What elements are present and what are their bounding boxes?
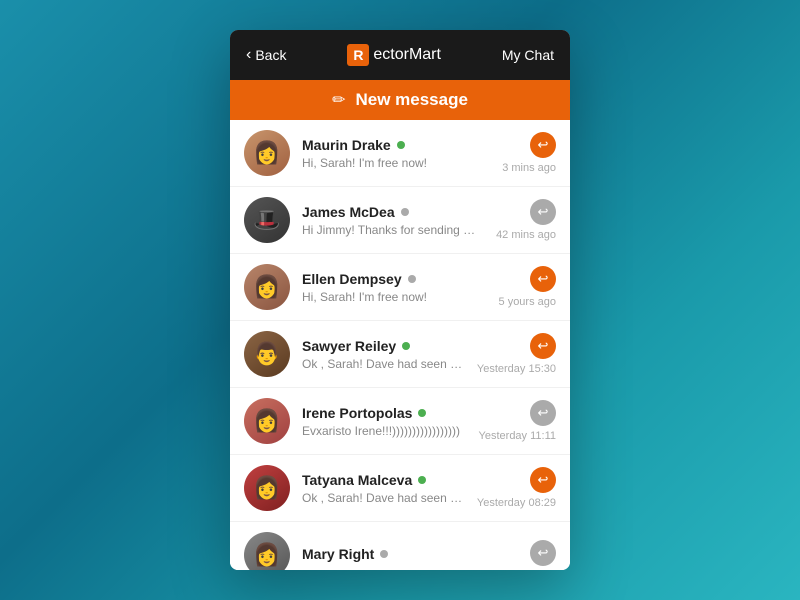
chat-time: Yesterday 08:29: [477, 497, 556, 509]
chat-name-row: Maurin Drake: [302, 137, 490, 153]
reply-icon: ↩: [530, 467, 556, 493]
chat-name: Irene Portopolas: [302, 405, 412, 421]
chat-name-row: Ellen Dempsey: [302, 271, 487, 287]
chat-preview: Ok , Sarah! Dave had seen the mockup s..…: [302, 491, 465, 505]
chat-time: Yesterday 11:11: [479, 430, 556, 442]
avatar: 👩: [244, 398, 290, 444]
chat-list-item[interactable]: 👩 Maurin Drake Hi, Sarah! I'm free now! …: [230, 120, 570, 187]
status-dot: [397, 141, 405, 149]
chat-preview: Evxaristo Irene!!!))))))))))))))))): [302, 424, 467, 438]
status-dot: [408, 275, 416, 283]
chat-list-item[interactable]: 👩 Mary Right ↩: [230, 522, 570, 570]
reply-icon: ↩: [530, 333, 556, 359]
chat-meta: ↩ 3 mins ago: [502, 132, 556, 174]
chat-name-row: James McDea: [302, 204, 484, 220]
chat-info: Maurin Drake Hi, Sarah! I'm free now!: [302, 137, 490, 170]
chat-name: Ellen Dempsey: [302, 271, 402, 287]
chat-name: Tatyana Malceva: [302, 472, 412, 488]
app-header: ‹ Back R ectorMart My Chat: [230, 30, 570, 80]
edit-icon: ✏: [332, 90, 345, 110]
logo-text: ectorMart: [373, 46, 441, 64]
reply-icon: ↩: [530, 199, 556, 225]
status-dot: [380, 550, 388, 558]
chat-name: Sawyer Reiley: [302, 338, 396, 354]
chat-info: Tatyana Malceva Ok , Sarah! Dave had see…: [302, 472, 465, 505]
logo: R ectorMart: [347, 44, 441, 66]
back-button[interactable]: ‹ Back: [246, 46, 286, 64]
back-chevron-icon: ‹: [246, 46, 251, 64]
chat-meta: ↩ Yesterday 11:11: [479, 400, 556, 442]
new-message-bar[interactable]: ✏ New message: [230, 80, 570, 120]
phone-container: ‹ Back R ectorMart My Chat ✏ New message…: [230, 30, 570, 570]
chat-meta: ↩ Yesterday 08:29: [477, 467, 556, 509]
new-message-text: New message: [355, 90, 467, 110]
reply-icon: ↩: [530, 132, 556, 158]
chat-preview: Hi Jimmy! Thanks for sending me the link…: [302, 223, 484, 237]
chat-name: James McDea: [302, 204, 395, 220]
chat-meta: ↩: [530, 540, 556, 570]
avatar: 👨: [244, 331, 290, 377]
chat-time: 3 mins ago: [502, 162, 556, 174]
chat-name-row: Tatyana Malceva: [302, 472, 465, 488]
chat-time: 42 mins ago: [496, 229, 556, 241]
avatar: 👩: [244, 130, 290, 176]
logo-r-badge: R: [347, 44, 369, 66]
status-dot: [402, 342, 410, 350]
chat-info: Irene Portopolas Evxaristo Irene!!!)))))…: [302, 405, 467, 438]
chat-preview: Ok , Sarah! Dave had seen the mockup s..…: [302, 357, 465, 371]
avatar: 🎩: [244, 197, 290, 243]
back-label: Back: [255, 47, 286, 63]
status-dot: [418, 409, 426, 417]
chat-info: Ellen Dempsey Hi, Sarah! I'm free now!: [302, 271, 487, 304]
reply-icon: ↩: [530, 400, 556, 426]
chat-list: 👩 Maurin Drake Hi, Sarah! I'm free now! …: [230, 120, 570, 570]
avatar: 👩: [244, 532, 290, 570]
chat-list-item[interactable]: 👨 Sawyer Reiley Ok , Sarah! Dave had see…: [230, 321, 570, 388]
chat-name-row: Irene Portopolas: [302, 405, 467, 421]
chat-preview: Hi, Sarah! I'm free now!: [302, 290, 487, 304]
chat-meta: ↩ Yesterday 15:30: [477, 333, 556, 375]
chat-preview: Hi, Sarah! I'm free now!: [302, 156, 490, 170]
chat-name: Maurin Drake: [302, 137, 391, 153]
chat-name-row: Sawyer Reiley: [302, 338, 465, 354]
chat-list-item[interactable]: 👩 Irene Portopolas Evxaristo Irene!!!)))…: [230, 388, 570, 455]
chat-info: James McDea Hi Jimmy! Thanks for sending…: [302, 204, 484, 237]
avatar: 👩: [244, 264, 290, 310]
reply-icon: ↩: [530, 266, 556, 292]
reply-icon: ↩: [530, 540, 556, 566]
chat-list-item[interactable]: 👩 Ellen Dempsey Hi, Sarah! I'm free now!…: [230, 254, 570, 321]
chat-time: 5 yours ago: [499, 296, 556, 308]
my-chat-label: My Chat: [502, 47, 554, 63]
chat-info: Mary Right: [302, 546, 518, 565]
chat-time: Yesterday 15:30: [477, 363, 556, 375]
status-dot: [418, 476, 426, 484]
avatar: 👩: [244, 465, 290, 511]
chat-name-row: Mary Right: [302, 546, 518, 562]
chat-meta: ↩ 42 mins ago: [496, 199, 556, 241]
chat-name: Mary Right: [302, 546, 374, 562]
status-dot: [401, 208, 409, 216]
chat-meta: ↩ 5 yours ago: [499, 266, 556, 308]
chat-list-item[interactable]: 👩 Tatyana Malceva Ok , Sarah! Dave had s…: [230, 455, 570, 522]
chat-info: Sawyer Reiley Ok , Sarah! Dave had seen …: [302, 338, 465, 371]
chat-list-item[interactable]: 🎩 James McDea Hi Jimmy! Thanks for sendi…: [230, 187, 570, 254]
